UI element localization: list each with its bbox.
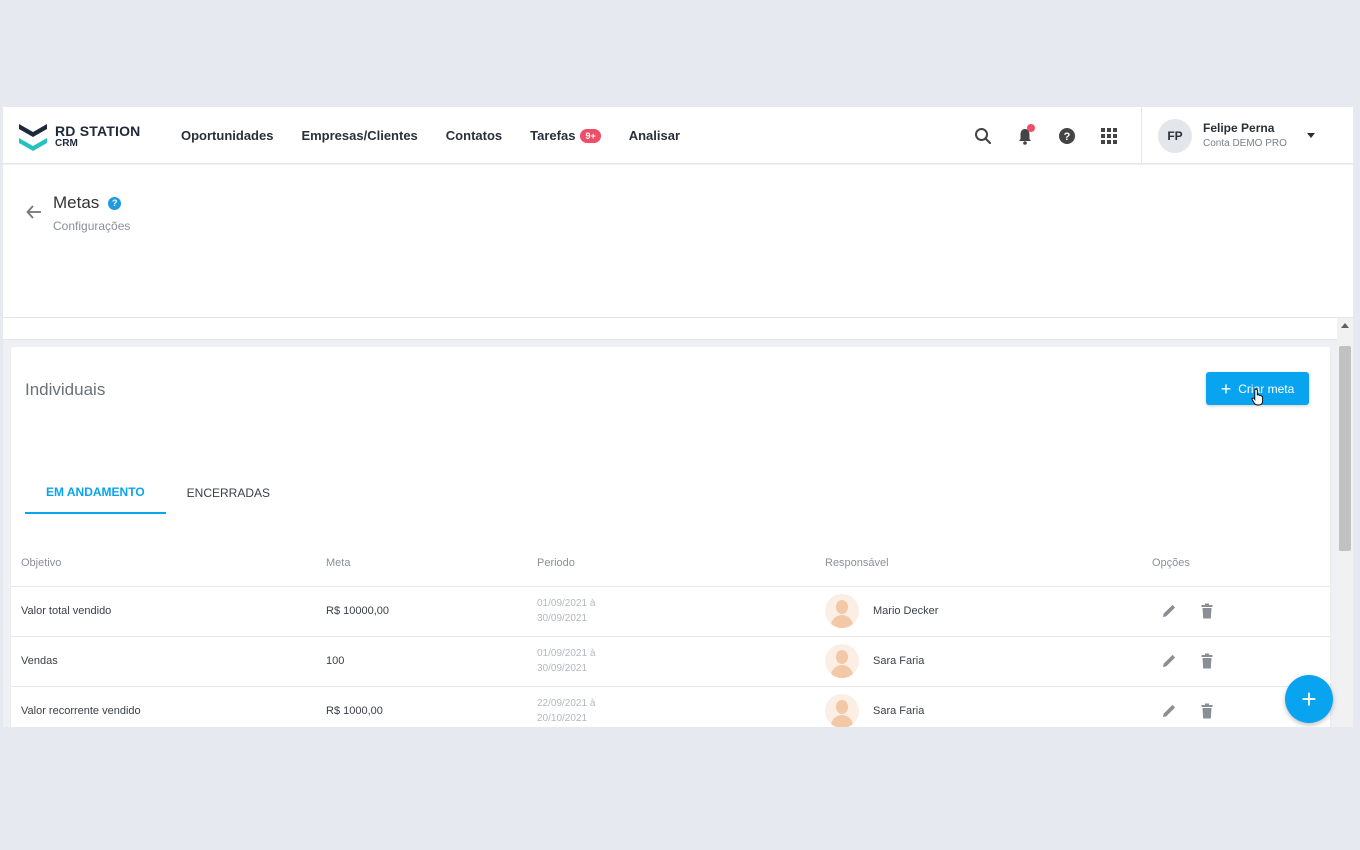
cell-responsavel: Sara Faria (825, 686, 1152, 727)
header-actions: ? (971, 107, 1139, 164)
table-row: Valor total vendido R$ 10000,00 01/09/20… (11, 586, 1330, 637)
trash-icon[interactable] (1198, 702, 1216, 720)
tab-em-andamento[interactable]: EM ANDAMENTO (25, 472, 166, 514)
plus-icon: + (1220, 378, 1232, 399)
column-header-objetivo: Objetivo (11, 541, 326, 587)
nav-item-analisar[interactable]: Analisar (629, 128, 680, 143)
tasks-count-badge: 9+ (580, 128, 601, 143)
svg-text:?: ? (1064, 131, 1071, 143)
user-menu[interactable]: FP Felipe Perna Conta DEMO PRO (1141, 107, 1353, 164)
page-subtitle: Configurações (53, 219, 131, 233)
cell-meta: R$ 10000,00 (326, 586, 537, 637)
cell-objetivo: Vendas (11, 636, 326, 687)
edit-pencil-icon[interactable] (1160, 602, 1178, 620)
notification-dot (1027, 123, 1035, 132)
rd-station-logo-icon (19, 124, 47, 151)
scroll-up-arrow[interactable] (1341, 323, 1349, 328)
back-arrow-icon[interactable] (25, 203, 43, 221)
cell-periodo: 01/09/2021 à 30/09/2021 (537, 636, 825, 687)
cell-periodo: 22/09/2021 à 20/10/2021 (537, 686, 825, 727)
nav-item-tarefas[interactable]: Tarefas 9+ (530, 128, 601, 143)
hand-cursor-icon (1251, 388, 1264, 406)
table-row: Valor recorrente vendido R$ 1000,00 22/0… (11, 686, 1330, 727)
scrollbar-thumb[interactable] (1339, 346, 1351, 551)
help-icon[interactable]: ? (108, 196, 122, 210)
goals-table: Objetivo Meta Periodo Responsável Opções… (11, 541, 1330, 727)
goal-status-tabs: EM ANDAMENTO ENCERRADAS (25, 472, 291, 514)
brand-product: CRM (55, 137, 78, 149)
help-icon[interactable]: ? (1055, 124, 1079, 148)
nav-item-empresas-clientes[interactable]: Empresas/Clientes (301, 128, 417, 143)
cell-objetivo: Valor recorrente vendido (11, 686, 326, 727)
cell-objetivo: Valor total vendido (11, 586, 326, 637)
search-icon[interactable] (971, 124, 995, 148)
column-header-periodo: Periodo (537, 541, 825, 587)
trash-icon[interactable] (1198, 602, 1216, 620)
edit-pencil-icon[interactable] (1160, 702, 1178, 720)
cell-responsavel: Mario Decker (825, 586, 1152, 637)
page-title: Metas ? (53, 193, 122, 213)
brand-logo[interactable]: RD STATION CRM (17, 121, 140, 151)
chevron-down-icon[interactable] (1307, 133, 1315, 138)
column-header-meta: Meta (326, 541, 537, 587)
app-window: RD STATION CRM Oportunidades Empresas/Cl… (3, 107, 1353, 727)
nav-item-contatos[interactable]: Contatos (446, 128, 502, 143)
user-name: Felipe Perna (1203, 121, 1275, 136)
cell-periodo: 01/09/2021 à 30/09/2021 (537, 586, 825, 637)
cell-meta: R$ 1000,00 (326, 686, 537, 727)
table-header-row: Objetivo Meta Periodo Responsável Opções (11, 541, 1330, 587)
content-divider (3, 318, 1337, 340)
user-avatar-placeholder-icon (825, 594, 859, 628)
table-row: Vendas 100 01/09/2021 à 30/09/2021 Sara … (11, 636, 1330, 687)
vertical-scrollbar[interactable] (1337, 318, 1353, 727)
user-avatar-placeholder-icon (825, 644, 859, 678)
user-account: Conta DEMO PRO (1203, 137, 1287, 149)
cell-opcoes (1152, 586, 1330, 637)
main-nav: Oportunidades Empresas/Clientes Contatos… (181, 107, 708, 164)
bell-icon[interactable] (1013, 123, 1037, 148)
top-navigation-bar: RD STATION CRM Oportunidades Empresas/Cl… (3, 107, 1353, 164)
user-avatar: FP (1158, 118, 1192, 153)
section-title: Individuais (25, 380, 106, 399)
cell-meta: 100 (326, 636, 537, 687)
column-header-responsavel: Responsável (825, 541, 1152, 587)
tab-encerradas[interactable]: ENCERRADAS (166, 472, 291, 514)
nav-item-oportunidades[interactable]: Oportunidades (181, 128, 273, 143)
page-header: Metas ? Configurações (3, 165, 1353, 318)
brand-name: RD STATION (55, 122, 141, 139)
cell-responsavel: Sara Faria (825, 636, 1152, 687)
user-avatar-placeholder-icon (825, 694, 859, 727)
apps-grid-icon[interactable] (1097, 124, 1121, 148)
trash-icon[interactable] (1198, 652, 1216, 670)
goals-card: Individuais + Criar meta EM ANDAMENTO EN… (11, 347, 1330, 727)
floating-add-button[interactable]: + (1285, 675, 1333, 723)
column-header-opcoes: Opções (1152, 541, 1330, 587)
edit-pencil-icon[interactable] (1160, 652, 1178, 670)
